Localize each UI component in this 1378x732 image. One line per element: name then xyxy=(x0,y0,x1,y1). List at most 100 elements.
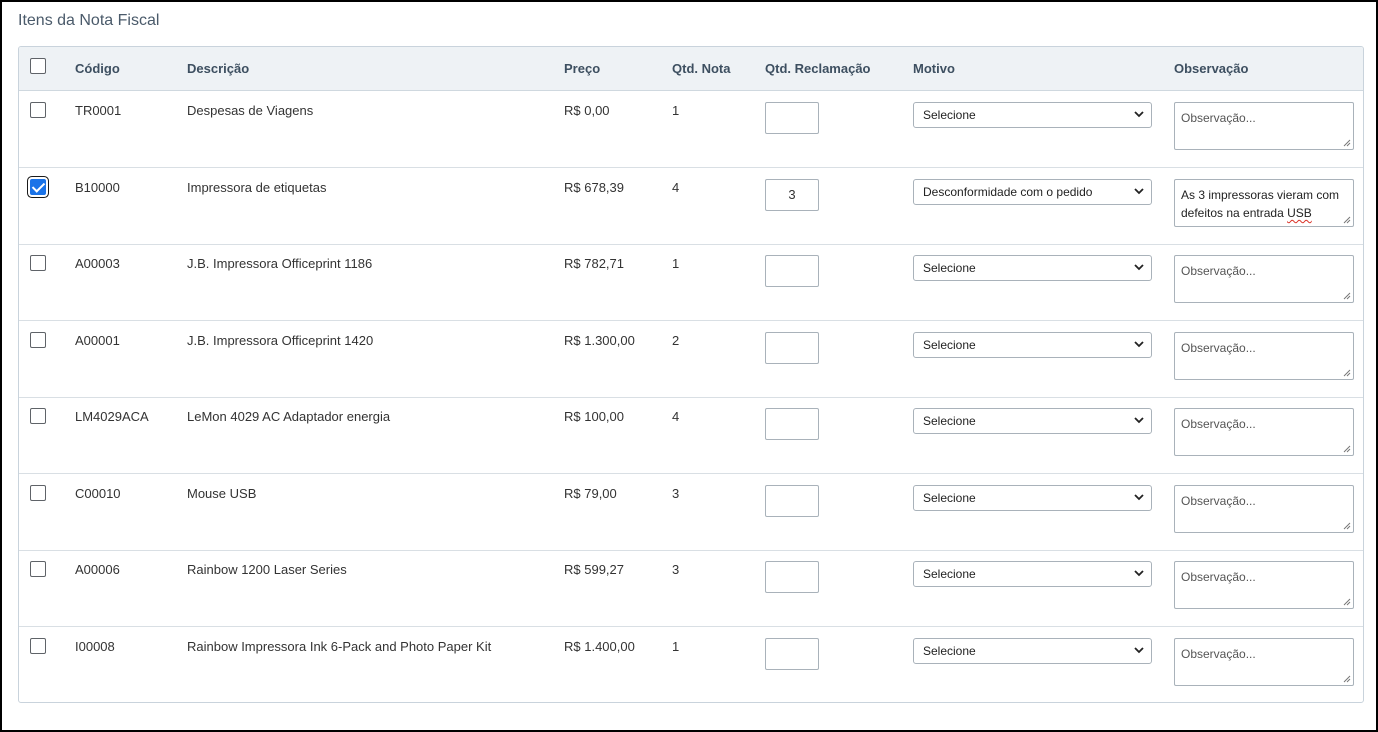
observacao-textarea[interactable]: Observação... xyxy=(1174,102,1354,150)
observacao-textarea[interactable]: Observação... xyxy=(1174,485,1354,533)
motivo-select[interactable]: Selecione xyxy=(913,638,1152,664)
qtd-reclamacao-input[interactable] xyxy=(765,638,819,670)
header-descricao[interactable]: Descrição xyxy=(187,61,249,76)
table-row: C00010 Mouse USB R$ 79,00 3 Selecione Observa… xyxy=(19,474,1363,551)
cell-preco: R$ 599,27 xyxy=(564,562,624,577)
motivo-select-value: Selecione xyxy=(923,491,976,505)
header-qtd-nota[interactable]: Qtd. Nota xyxy=(672,61,731,76)
cell-codigo: A00006 xyxy=(75,562,120,577)
row-checkbox[interactable] xyxy=(30,408,46,424)
observacao-placeholder: Observação... xyxy=(1181,647,1256,661)
chevron-down-icon xyxy=(1134,494,1144,501)
resize-grip-icon[interactable] xyxy=(1343,598,1351,606)
chevron-down-icon xyxy=(1134,647,1144,654)
cell-preco: R$ 79,00 xyxy=(564,486,617,501)
header-qtd-reclamacao[interactable]: Qtd. Reclamação xyxy=(765,61,871,76)
cell-codigo: LM4029ACA xyxy=(75,409,149,424)
header-motivo[interactable]: Motivo xyxy=(913,61,955,76)
motivo-select[interactable]: Selecione xyxy=(913,102,1152,128)
cell-codigo: B10000 xyxy=(75,180,120,195)
observacao-placeholder: Observação... xyxy=(1181,494,1256,508)
observacao-textarea[interactable]: Observação... xyxy=(1174,638,1354,686)
motivo-select-value: Selecione xyxy=(923,567,976,581)
resize-grip-icon[interactable] xyxy=(1343,139,1351,147)
cell-qtd-nota: 4 xyxy=(672,180,680,195)
observacao-placeholder: Observação... xyxy=(1181,417,1256,431)
qtd-reclamacao-input[interactable] xyxy=(765,255,819,287)
cell-preco: R$ 782,71 xyxy=(564,256,624,271)
page-frame: Itens da Nota Fiscal Código Descrição Pr… xyxy=(0,0,1378,732)
resize-grip-icon[interactable] xyxy=(1343,369,1351,377)
qtd-reclamacao-input[interactable] xyxy=(765,485,819,517)
row-checkbox[interactable] xyxy=(30,179,46,195)
motivo-select-value: Selecione xyxy=(923,261,976,275)
row-checkbox[interactable] xyxy=(30,561,46,577)
chevron-down-icon xyxy=(1134,264,1144,271)
cell-codigo: C00010 xyxy=(75,486,121,501)
cell-preco: R$ 0,00 xyxy=(564,103,610,118)
row-checkbox[interactable] xyxy=(30,485,46,501)
resize-grip-icon[interactable] xyxy=(1343,292,1351,300)
motivo-select-value: Selecione xyxy=(923,644,976,658)
cell-preco: R$ 100,00 xyxy=(564,409,624,424)
observacao-textarea[interactable]: Observação... xyxy=(1174,561,1354,609)
cell-descricao: Mouse USB xyxy=(187,486,257,501)
motivo-select-value: Selecione xyxy=(923,338,976,352)
header-observacao[interactable]: Observação xyxy=(1174,61,1248,76)
observacao-placeholder: Observação... xyxy=(1181,111,1256,125)
qtd-reclamacao-input[interactable] xyxy=(765,561,819,593)
cell-qtd-nota: 3 xyxy=(672,562,680,577)
cell-descricao: Rainbow 1200 Laser Series xyxy=(187,562,347,577)
cell-descricao: J.B. Impressora Officeprint 1420 xyxy=(187,333,374,348)
observacao-textarea[interactable]: As 3 impressoras vieram com defeitos na … xyxy=(1174,179,1354,227)
observacao-value: As 3 impressoras vieram com defeitos na … xyxy=(1181,188,1340,220)
motivo-select[interactable]: Selecione xyxy=(913,561,1152,587)
chevron-down-icon xyxy=(1134,111,1144,118)
resize-grip-icon[interactable] xyxy=(1343,675,1351,683)
table-row: B10000 Impressora de etiquetas R$ 678,39 4 3… xyxy=(19,168,1363,245)
qtd-reclamacao-input[interactable]: 3 xyxy=(765,179,819,211)
cell-descricao: Despesas de Viagens xyxy=(187,103,314,118)
chevron-down-icon xyxy=(1134,341,1144,348)
row-checkbox[interactable] xyxy=(30,255,46,271)
table-row: LM4029ACA LeMon 4029 AC Adaptador energia… xyxy=(19,397,1363,474)
table-row: A00006 Rainbow 1200 Laser Series R$ 599,27… xyxy=(19,550,1363,627)
cell-descricao: LeMon 4029 AC Adaptador energia xyxy=(187,409,391,424)
motivo-select[interactable]: Selecione xyxy=(913,485,1152,511)
header-codigo[interactable]: Código xyxy=(75,61,120,76)
motivo-select-value: Selecione xyxy=(923,108,976,122)
section-title: Itens da Nota Fiscal xyxy=(18,12,160,29)
cell-codigo: I00008 xyxy=(75,639,115,654)
cell-qtd-nota: 3 xyxy=(672,486,680,501)
row-checkbox[interactable] xyxy=(30,332,46,348)
motivo-select[interactable]: Desconformidade com o pedido xyxy=(913,179,1152,205)
row-checkbox[interactable] xyxy=(30,102,46,118)
cell-preco: R$ 1.400,00 xyxy=(564,639,635,654)
cell-codigo: A00003 xyxy=(75,256,120,271)
resize-grip-icon[interactable] xyxy=(1343,522,1351,530)
motivo-select-value: Desconformidade com o pedido xyxy=(923,185,1093,199)
resize-grip-icon[interactable] xyxy=(1343,445,1351,453)
cell-descricao: Rainbow Impressora Ink 6-Pack and Photo … xyxy=(187,639,492,654)
table-header: Código Descrição Preço Qtd. Nota Qtd. Re… xyxy=(19,47,1363,91)
qtd-reclamacao-input[interactable] xyxy=(765,408,819,440)
qtd-reclamacao-input[interactable] xyxy=(765,102,819,134)
motivo-select[interactable]: Selecione xyxy=(913,332,1152,358)
observacao-textarea[interactable]: Observação... xyxy=(1174,255,1354,303)
cell-preco: R$ 678,39 xyxy=(564,180,624,195)
header-preco[interactable]: Preço xyxy=(564,61,600,76)
chevron-down-icon xyxy=(1134,570,1144,577)
observacao-textarea[interactable]: Observação... xyxy=(1174,408,1354,456)
resize-grip-icon[interactable] xyxy=(1343,216,1351,224)
row-checkbox[interactable] xyxy=(30,638,46,654)
spellcheck-mark: USB xyxy=(1287,206,1312,220)
cell-descricao: Impressora de etiquetas xyxy=(187,180,327,195)
select-all-checkbox[interactable] xyxy=(30,58,46,74)
cell-codigo: TR0001 xyxy=(75,103,122,118)
cell-qtd-nota: 1 xyxy=(672,103,680,118)
motivo-select[interactable]: Selecione xyxy=(913,255,1152,281)
observacao-textarea[interactable]: Observação... xyxy=(1174,332,1354,380)
motivo-select[interactable]: Selecione xyxy=(913,408,1152,434)
qtd-reclamacao-input[interactable] xyxy=(765,332,819,364)
cell-descricao: J.B. Impressora Officeprint 1186 xyxy=(187,256,373,271)
